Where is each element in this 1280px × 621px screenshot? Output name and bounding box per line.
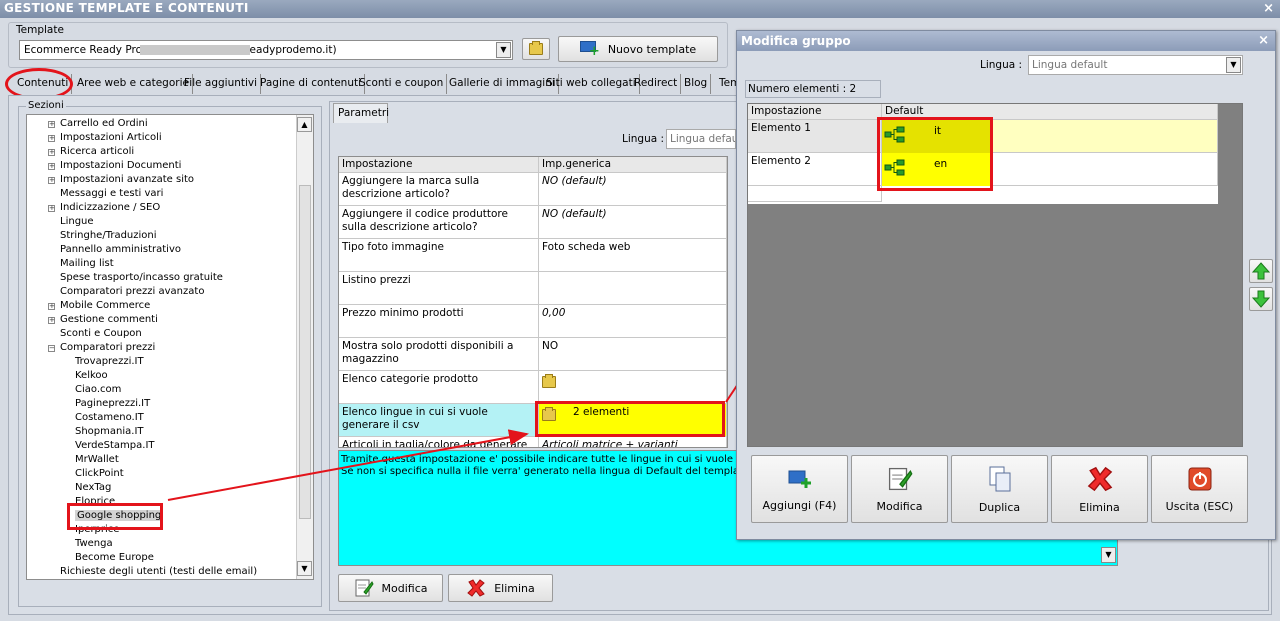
- dialog-close-icon[interactable]: ×: [1258, 33, 1269, 48]
- dialog-row-empty: [748, 186, 882, 202]
- edit-document-icon: [888, 467, 912, 490]
- power-icon: [1188, 467, 1211, 490]
- dialog-modify-label: Modifica: [876, 499, 923, 513]
- dialog-duplicate-button[interactable]: Duplica: [951, 455, 1048, 523]
- dialog-add-label: Aggiungi (F4): [762, 498, 837, 512]
- dialog-chevron-down-icon[interactable]: ▼: [1226, 57, 1241, 73]
- dialog-lingua-label: Lingua :: [980, 59, 1023, 71]
- move-down-button[interactable]: [1249, 287, 1273, 311]
- move-up-button[interactable]: [1249, 259, 1273, 283]
- dialog-title: Modifica gruppo: [741, 34, 851, 48]
- arrow-up-icon: [1252, 262, 1270, 280]
- dialog-lingua-value: Lingua default: [1032, 59, 1108, 71]
- dialog-lingua-select[interactable]: Lingua default ▼: [1028, 55, 1243, 75]
- annotation-box-elements: [877, 117, 993, 191]
- element-count: Numero elementi : 2: [745, 80, 881, 98]
- arrow-down-icon: [1252, 290, 1270, 308]
- delete-x-icon: [1087, 466, 1112, 491]
- arrow-to-lingue: [167, 429, 529, 501]
- dialog-modify-button[interactable]: Modifica: [851, 455, 948, 523]
- dialog-delete-button[interactable]: Elimina: [1051, 455, 1148, 523]
- dialog-title-bar: Modifica gruppo: [737, 31, 1275, 51]
- dialog-delete-label: Elimina: [1079, 500, 1120, 514]
- dialog-duplicate-label: Duplica: [978, 500, 1021, 514]
- dialog-exit-label: Uscita (ESC): [1165, 499, 1234, 513]
- dialog-col-setting: Impostazione: [748, 104, 882, 120]
- modifica-gruppo-dialog: Modifica gruppo × Lingua : Lingua defaul…: [736, 30, 1276, 540]
- dialog-row-1-setting[interactable]: Elemento 1: [748, 120, 882, 153]
- dialog-row-2-setting[interactable]: Elemento 2: [748, 153, 882, 186]
- dialog-exit-button[interactable]: Uscita (ESC): [1151, 455, 1248, 523]
- dialog-grid: Impostazione Default Elemento 1 Elemento…: [747, 103, 1243, 447]
- add-window-icon: [788, 470, 811, 488]
- dialog-add-button[interactable]: Aggiungi (F4): [751, 455, 848, 523]
- duplicate-icon: [989, 466, 1010, 491]
